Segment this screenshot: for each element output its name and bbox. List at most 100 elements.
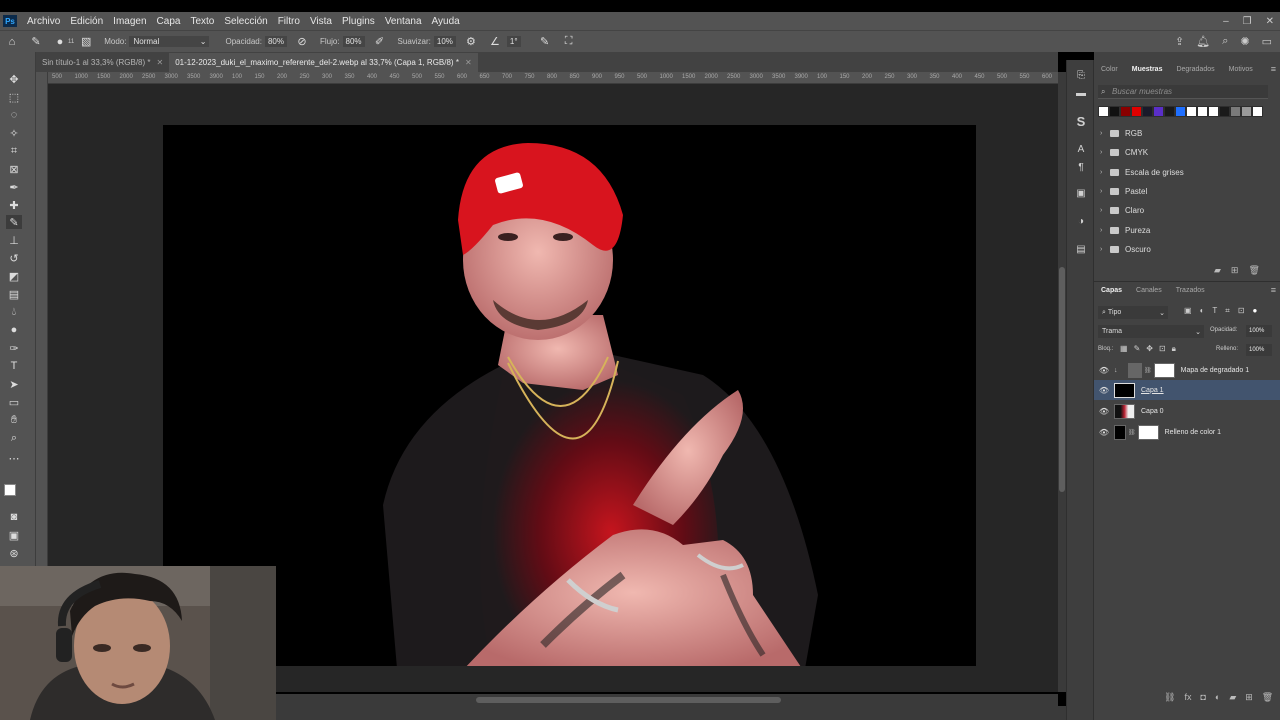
extra-tool-icon[interactable]: ⊛: [6, 546, 22, 560]
discover-icon[interactable]: ✺: [1240, 35, 1249, 48]
tab-paths[interactable]: Trazados: [1169, 287, 1212, 294]
brush-tool-icon[interactable]: ✎: [6, 215, 22, 229]
quick-select-tool-icon[interactable]: ✧: [6, 126, 22, 140]
minimize-icon[interactable]: –: [1223, 16, 1229, 27]
color-swatch[interactable]: [1131, 106, 1142, 117]
layer-row-gradient-map[interactable]: 👁︎ ↓ ⛓ Mapa de degradado 1: [1094, 360, 1280, 380]
menu-edicion[interactable]: Edición: [65, 16, 108, 27]
tab-patterns[interactable]: Motivos: [1222, 66, 1260, 73]
layer-row-capa-0[interactable]: 👁︎ Capa 0: [1094, 401, 1280, 421]
menu-capa[interactable]: Capa: [152, 16, 186, 27]
layer-fill-field[interactable]: 100%: [1246, 344, 1272, 356]
lock-all-icon[interactable]: 🔒︎: [1172, 344, 1176, 354]
lock-pixels-icon[interactable]: ✎: [1134, 344, 1141, 354]
filter-type-icon[interactable]: T: [1212, 306, 1217, 316]
swatch-group-dark[interactable]: › Oscuro: [1100, 240, 1270, 259]
blur-tool-icon[interactable]: 💧︎: [6, 305, 22, 319]
brush-preset-icon[interactable]: ●: [53, 35, 67, 49]
properties-panel-icon[interactable]: ▤: [1074, 242, 1088, 256]
swatch-group-purity[interactable]: › Pureza: [1100, 221, 1270, 240]
new-layer-icon[interactable]: ⊞: [1245, 692, 1253, 703]
brush-tool-icon[interactable]: ✎: [29, 35, 43, 49]
add-mask-icon[interactable]: ◘: [1200, 692, 1205, 703]
layer-row-fill[interactable]: 👁︎ ⛓ Relleno de color 1: [1094, 422, 1280, 442]
filter-toggle-icon[interactable]: ●: [1253, 306, 1258, 316]
tab-document-2[interactable]: 01-12-2023_duki_el_maximo_referente_del-…: [169, 53, 478, 72]
brush-settings-icon[interactable]: ▧: [79, 35, 93, 49]
tab-color[interactable]: Color: [1094, 66, 1125, 73]
menu-imagen[interactable]: Imagen: [108, 16, 151, 27]
new-group-icon[interactable]: ▰: [1214, 265, 1221, 276]
mode-select[interactable]: Normal ⌄: [129, 36, 210, 47]
close-tab-icon[interactable]: ✕: [157, 58, 164, 67]
color-swatch[interactable]: [1241, 106, 1252, 117]
layer-filter-select[interactable]: ⌕ Tipo ⌄: [1098, 306, 1168, 319]
lasso-tool-icon[interactable]: ◌: [6, 108, 22, 122]
menu-ayuda[interactable]: Ayuda: [427, 16, 465, 27]
dodge-tool-icon[interactable]: ●: [6, 323, 22, 337]
restore-icon[interactable]: ❐: [1243, 16, 1252, 27]
eyedropper-tool-icon[interactable]: ✒: [6, 180, 22, 194]
layer-row-capa-1[interactable]: 👁︎ Capa 1: [1094, 380, 1280, 400]
tab-gradients[interactable]: Degradados: [1169, 66, 1221, 73]
swatch-search-input[interactable]: ⌕ Buscar muestras: [1098, 85, 1268, 99]
filter-adjust-icon[interactable]: ◐: [1200, 306, 1205, 316]
delete-layer-icon[interactable]: 🗑︎: [1262, 692, 1273, 703]
airbrush-icon[interactable]: ✐: [373, 35, 387, 49]
color-swatch[interactable]: [1230, 106, 1241, 117]
lock-position-icon[interactable]: ✥: [1146, 344, 1153, 354]
tab-document-1[interactable]: Sin título-1 al 33,3% (RGB/8) * ✕: [36, 53, 169, 72]
comments-panel-icon[interactable]: ▬: [1074, 86, 1088, 100]
link-layers-icon[interactable]: ⛓: [1164, 692, 1175, 703]
character-panel-icon[interactable]: A: [1074, 142, 1088, 156]
swatch-group-light[interactable]: › Claro: [1100, 201, 1270, 220]
home-icon[interactable]: ⌂: [5, 35, 19, 49]
color-swatch[interactable]: [1142, 106, 1153, 117]
filter-pixel-icon[interactable]: ▣: [1184, 306, 1192, 316]
adjustments-panel-icon[interactable]: ◑: [1074, 214, 1088, 228]
share-icon[interactable]: ⇪: [1175, 35, 1184, 48]
styles-panel-icon[interactable]: S: [1074, 114, 1088, 129]
color-swatch[interactable]: [1197, 106, 1208, 117]
bell-icon[interactable]: 🔔︎: [1196, 35, 1210, 48]
flow-field[interactable]: 80%: [342, 36, 365, 47]
opacity-field[interactable]: 80%: [264, 36, 287, 47]
smoothing-gear-icon[interactable]: ⚙: [464, 35, 478, 49]
quick-mask-icon[interactable]: ◙: [6, 510, 22, 524]
frame-tool-icon[interactable]: ⊠: [6, 162, 22, 176]
layer-opacity-field[interactable]: 100%: [1246, 325, 1272, 337]
vertical-scrollbar[interactable]: [1058, 72, 1066, 692]
panel-menu-icon[interactable]: ≡: [1271, 64, 1276, 74]
close-icon[interactable]: ✕: [1266, 16, 1274, 27]
menu-texto[interactable]: Texto: [185, 16, 219, 27]
color-swatch[interactable]: [1153, 106, 1164, 117]
color-swatch[interactable]: [1186, 106, 1197, 117]
menu-plugins[interactable]: Plugins: [337, 16, 380, 27]
angle-field[interactable]: 1°: [506, 36, 521, 47]
menu-filtro[interactable]: Filtro: [273, 16, 305, 27]
paragraph-panel-icon[interactable]: ¶: [1074, 160, 1088, 174]
close-tab-icon[interactable]: ✕: [465, 58, 472, 67]
blend-mode-select[interactable]: Trama ⌄: [1098, 325, 1204, 338]
search-icon[interactable]: ⌕: [1222, 35, 1228, 48]
color-swatch[interactable]: [1109, 106, 1120, 117]
hand-tool-icon[interactable]: ✋︎: [6, 413, 22, 427]
tab-channels[interactable]: Canales: [1129, 287, 1169, 294]
tab-swatches[interactable]: Muestras: [1125, 66, 1170, 73]
swatch-group-grayscale[interactable]: › Escala de grises: [1100, 163, 1270, 182]
symmetry-icon[interactable]: ⛶: [562, 35, 576, 49]
history-panel-icon[interactable]: ⎘: [1074, 68, 1088, 82]
delete-swatch-icon[interactable]: 🗑︎: [1248, 265, 1259, 276]
pen-tool-icon[interactable]: ✑: [6, 341, 22, 355]
swatch-group-rgb[interactable]: › RGB: [1100, 124, 1270, 143]
menu-seleccion[interactable]: Selección: [219, 16, 272, 27]
crop-tool-icon[interactable]: ⌗: [6, 144, 22, 158]
color-swatch[interactable]: [1120, 106, 1131, 117]
pressure-size-icon[interactable]: ✎: [538, 35, 552, 49]
type-tool-icon[interactable]: T: [6, 359, 22, 373]
color-swatch[interactable]: [1175, 106, 1186, 117]
stamp-tool-icon[interactable]: ⊥: [6, 233, 22, 247]
color-swatch[interactable]: [1098, 106, 1109, 117]
new-group-icon[interactable]: ▰: [1229, 692, 1236, 703]
color-swatch[interactable]: [1252, 106, 1263, 117]
